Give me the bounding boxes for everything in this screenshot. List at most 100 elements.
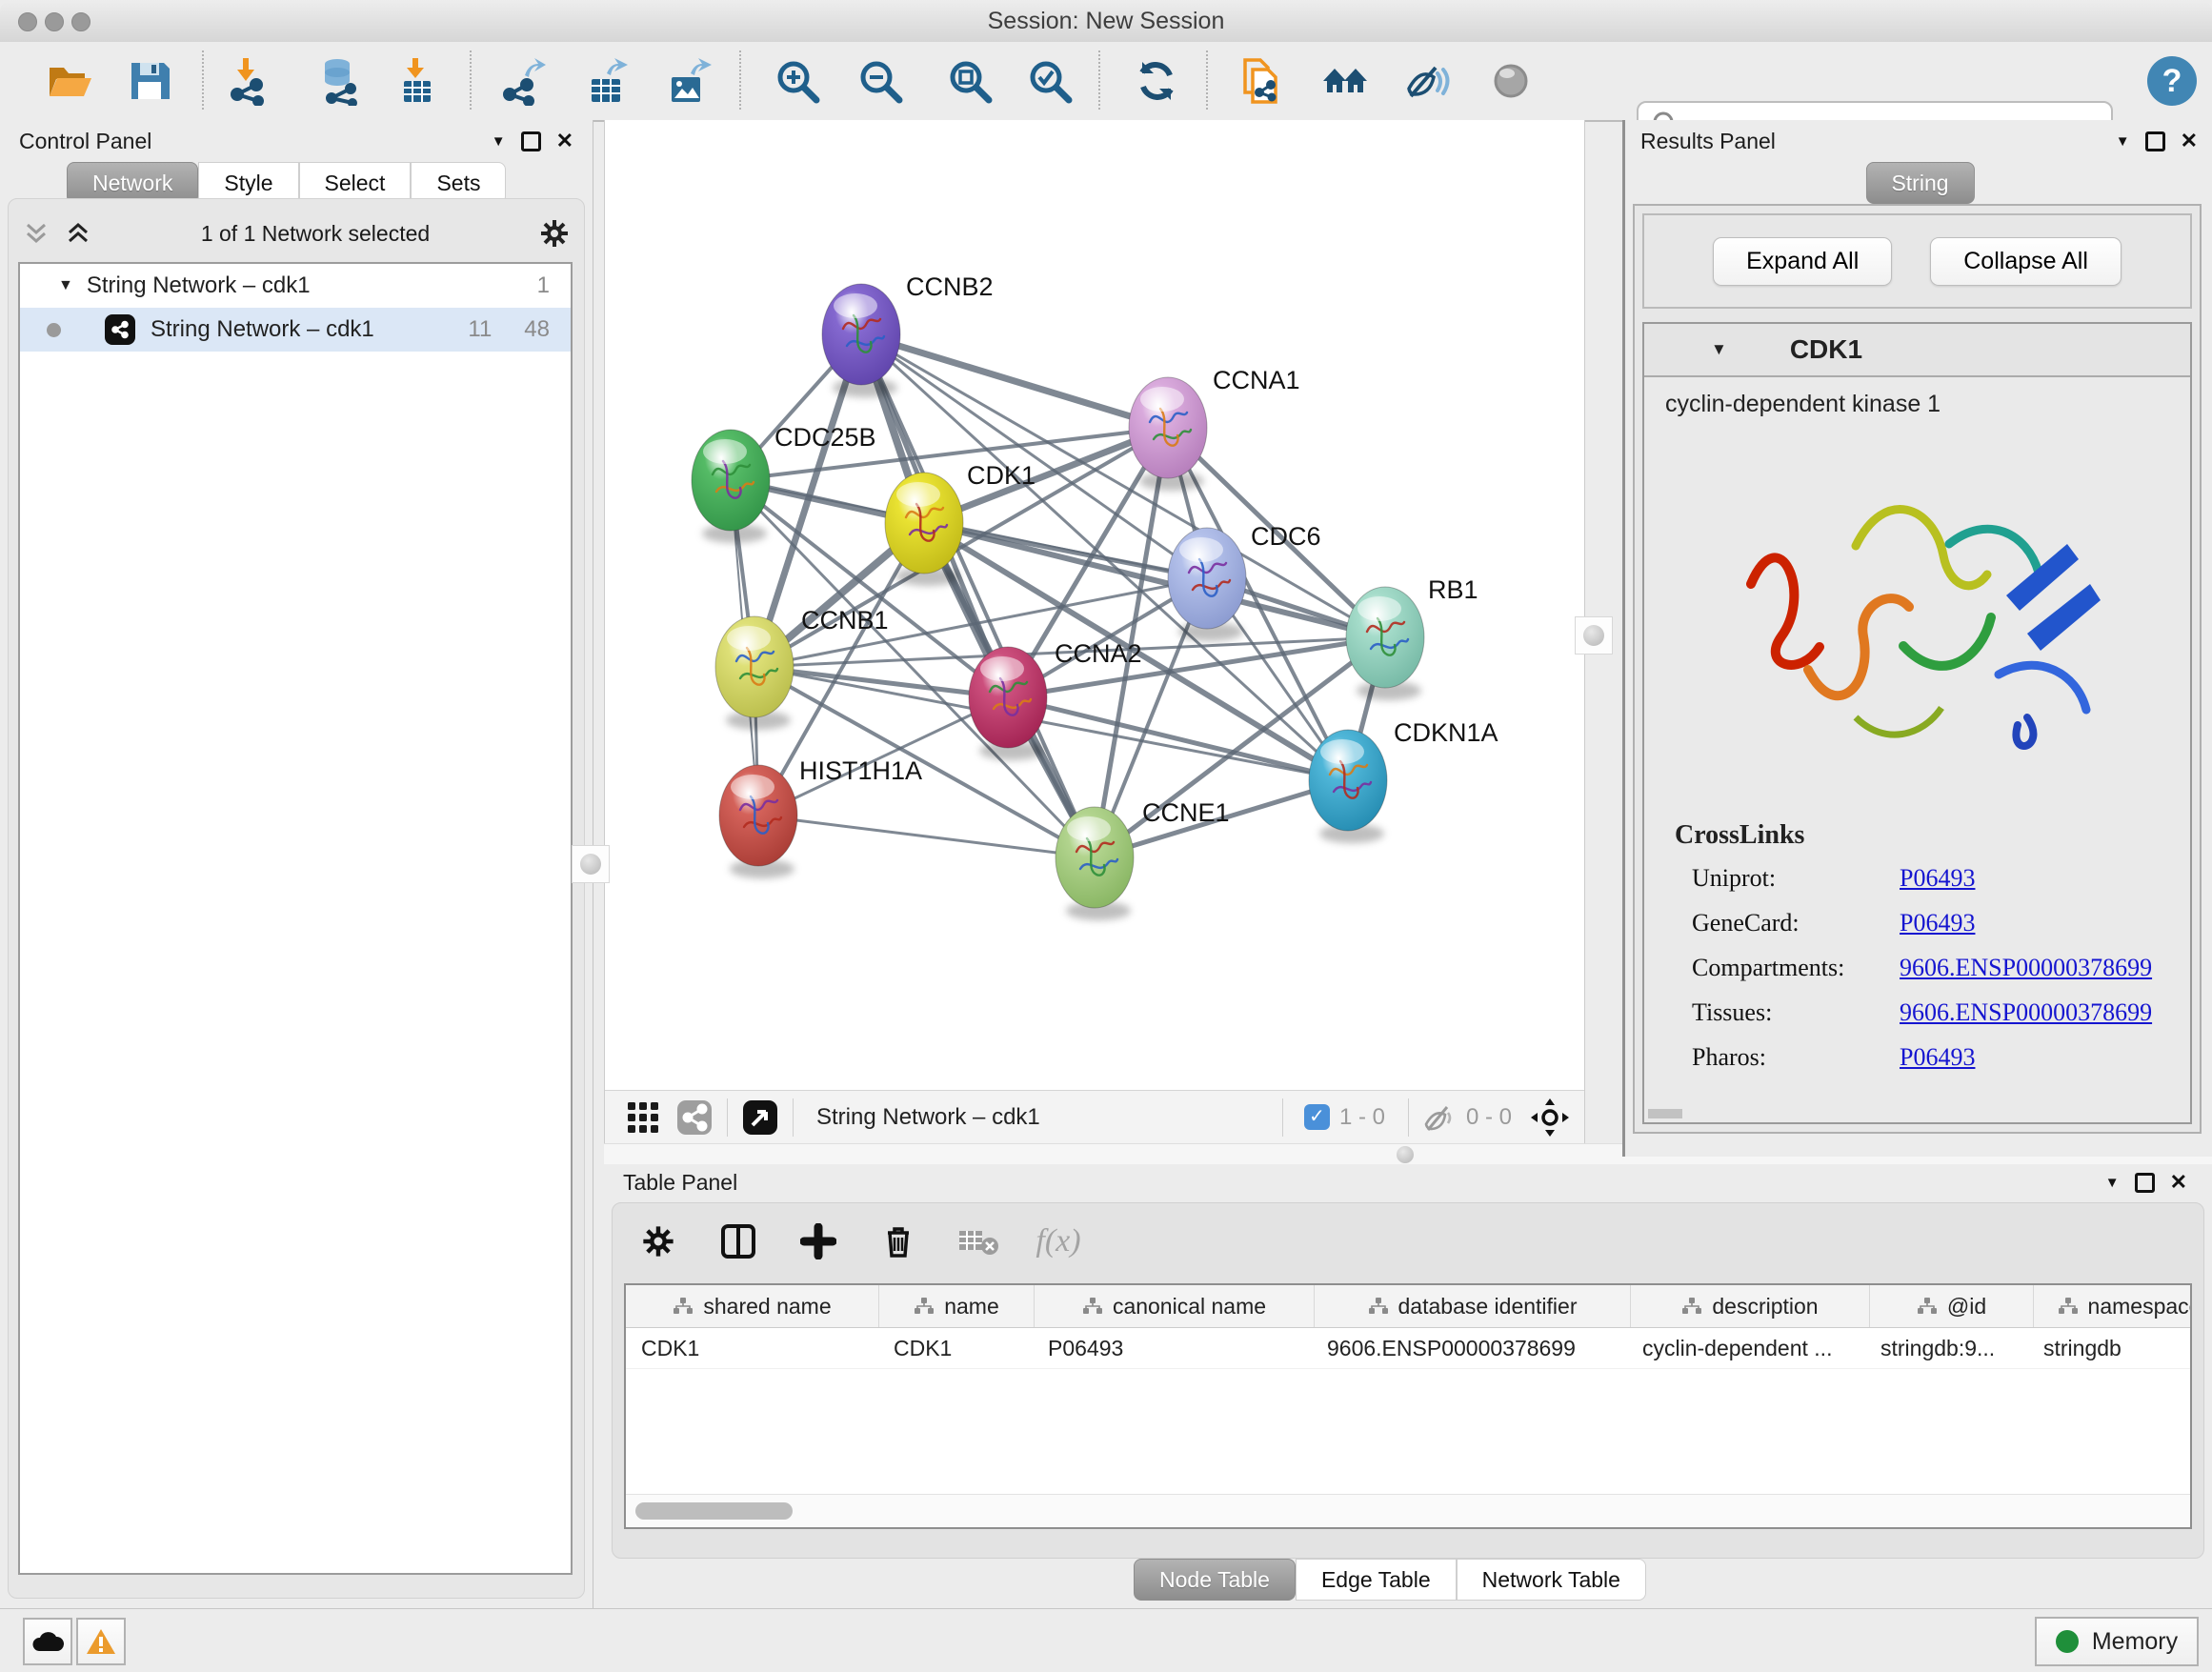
- table-panel-close-icon[interactable]: ✕: [2170, 1170, 2187, 1195]
- node-label-CCNE1: CCNE1: [1142, 798, 1230, 827]
- crosslinks-section: CrossLinks Uniprot:P06493GeneCard:P06493…: [1675, 820, 2190, 1072]
- apply-function-icon[interactable]: f(x): [1037, 1220, 1079, 1262]
- control-panel-menu-icon[interactable]: ▼: [492, 133, 506, 150]
- network-node-CCNB2[interactable]: [822, 284, 900, 397]
- node-label-CDK1: CDK1: [967, 461, 1036, 490]
- first-neighbors-icon[interactable]: [1320, 56, 1370, 106]
- memory-button[interactable]: Memory: [2035, 1617, 2199, 1666]
- refresh-view-icon[interactable]: [1132, 56, 1181, 106]
- crosslink-link[interactable]: 9606.ENSP00000378699: [1900, 998, 2152, 1027]
- import-network-from-database-icon[interactable]: [314, 56, 364, 106]
- tab-network-table[interactable]: Network Table: [1457, 1559, 1646, 1601]
- expand-all-button[interactable]: Expand All: [1713, 237, 1892, 286]
- help-button[interactable]: ?: [2147, 56, 2197, 106]
- gene-collapse-caret-icon[interactable]: ▼: [1711, 340, 1727, 359]
- network-node-HIST1H1A[interactable]: [719, 765, 797, 878]
- export-network-icon[interactable]: [498, 56, 548, 106]
- crosslink-link[interactable]: P06493: [1900, 1043, 1975, 1072]
- birds-eye-crosshair-icon[interactable]: [1529, 1097, 1571, 1138]
- open-session-icon[interactable]: [45, 56, 94, 106]
- tab-string[interactable]: String: [1865, 162, 1974, 204]
- collapse-all-button[interactable]: Collapse All: [1930, 237, 2122, 286]
- warnings-button[interactable]: [76, 1618, 126, 1665]
- show-columns-icon[interactable]: [717, 1220, 759, 1262]
- network-node-CDC25B[interactable]: [692, 430, 770, 543]
- table-panel-menu-icon[interactable]: ▼: [2105, 1175, 2120, 1191]
- import-table-from-file-icon[interactable]: [392, 56, 442, 106]
- table-cell: CDK1: [878, 1328, 1033, 1368]
- import-network-from-file-icon[interactable]: [224, 56, 273, 106]
- tab-edge-table[interactable]: Edge Table: [1296, 1559, 1457, 1601]
- crosslink-link[interactable]: P06493: [1900, 864, 1975, 893]
- tab-node-table[interactable]: Node Table: [1134, 1559, 1296, 1601]
- expand-all-icon[interactable]: [64, 219, 92, 248]
- zoom-fit-content-icon[interactable]: [945, 56, 995, 106]
- column-header-shared-name[interactable]: shared name: [626, 1285, 879, 1327]
- hide-selected-icon[interactable]: [1401, 56, 1451, 106]
- column-header-database-identifier[interactable]: database identifier: [1315, 1285, 1631, 1327]
- table-cell: 9606.ENSP00000378699: [1312, 1328, 1627, 1368]
- clone-network-icon[interactable]: [1236, 56, 1285, 106]
- save-session-icon[interactable]: [125, 56, 174, 106]
- delete-column-icon[interactable]: [877, 1220, 919, 1262]
- results-scrollbar-thumb[interactable]: [1648, 1109, 1682, 1118]
- status-bar: Memory: [0, 1608, 2212, 1672]
- crosslink-row: Compartments:9606.ENSP00000378699: [1675, 954, 2190, 982]
- table-row[interactable]: CDK1CDK1P064939606.ENSP00000378699cyclin…: [626, 1328, 2190, 1369]
- grid-view-icon[interactable]: [626, 1100, 660, 1135]
- right-splitter-handle[interactable]: [1575, 616, 1613, 655]
- delete-table-icon[interactable]: [957, 1220, 999, 1262]
- node-label-RB1: RB1: [1428, 575, 1478, 604]
- gene-symbol: CDK1: [1790, 334, 1862, 365]
- show-all-icon[interactable]: [1486, 56, 1536, 106]
- cloud-icon: [31, 1630, 64, 1653]
- network-canvas[interactable]: CCNB2CCNA1CDC25BCDK1CDC6RB1CCNB1CCNA2CDK…: [605, 120, 1584, 1091]
- collapse-all-icon[interactable]: [22, 219, 50, 248]
- selected-checkbox-icon[interactable]: ✓: [1304, 1104, 1330, 1130]
- column-header-namespace[interactable]: namespace: [2034, 1285, 2192, 1327]
- zoom-out-icon[interactable]: [855, 56, 905, 106]
- cloud-status-button[interactable]: [23, 1618, 72, 1665]
- column-header--id[interactable]: @id: [1870, 1285, 2034, 1327]
- network-row-selected[interactable]: String Network – cdk1 11 48: [20, 308, 571, 352]
- selected-node-edge-counts: 1 - 0: [1339, 1104, 1385, 1131]
- column-header-description[interactable]: description: [1631, 1285, 1870, 1327]
- column-header-canonical-name[interactable]: canonical name: [1035, 1285, 1315, 1327]
- crosslink-link[interactable]: P06493: [1900, 909, 1975, 937]
- table-horizontal-scrollbar[interactable]: [626, 1494, 2190, 1527]
- network-share-toggle-icon[interactable]: [675, 1098, 714, 1137]
- table-scrollbar-thumb[interactable]: [635, 1502, 793, 1520]
- crosslink-label: Uniprot:: [1692, 864, 1900, 893]
- export-image-icon[interactable]: [664, 56, 714, 106]
- table-cell: cyclin-dependent ...: [1627, 1328, 1865, 1368]
- results-panel-float-icon[interactable]: [2145, 131, 2165, 151]
- network-node-RB1[interactable]: [1346, 587, 1424, 700]
- node-label-CCNA1: CCNA1: [1213, 366, 1300, 394]
- crosslink-link[interactable]: 9606.ENSP00000378699: [1900, 954, 2152, 982]
- zoom-in-icon[interactable]: [773, 56, 822, 106]
- table-options-gear-icon[interactable]: [637, 1220, 679, 1262]
- network-node-CDKN1A[interactable]: [1309, 730, 1387, 843]
- table-panel-float-icon[interactable]: [2135, 1173, 2155, 1193]
- crosslinks-heading: CrossLinks: [1675, 820, 2190, 851]
- control-panel-float-icon[interactable]: [521, 131, 541, 151]
- network-node-CCNB1[interactable]: [715, 616, 794, 730]
- network-node-CCNE1[interactable]: [1056, 807, 1134, 920]
- node-label-CDC25B: CDC25B: [774, 423, 876, 452]
- export-table-icon[interactable]: [582, 56, 632, 106]
- tree-expand-caret-icon[interactable]: ▼: [58, 277, 73, 294]
- results-panel-close-icon[interactable]: ✕: [2181, 129, 2198, 153]
- network-options-gear-icon[interactable]: [538, 217, 571, 250]
- control-panel: Control Panel ▼ ✕ NetworkStyleSelectSets…: [0, 120, 593, 1608]
- control-panel-close-icon[interactable]: ✕: [556, 129, 573, 153]
- network-collection-row[interactable]: ▼ String Network – cdk1 1: [20, 264, 571, 308]
- left-splitter-handle[interactable]: [572, 845, 610, 883]
- table-header-row: shared namenamecanonical namedatabase id…: [626, 1285, 2190, 1328]
- column-header-name[interactable]: name: [879, 1285, 1035, 1327]
- results-panel-menu-icon[interactable]: ▼: [2116, 133, 2130, 150]
- node-label-CCNB1: CCNB1: [801, 606, 889, 635]
- window-title: Session: New Session: [0, 8, 2212, 35]
- open-in-new-window-icon[interactable]: [741, 1098, 779, 1137]
- zoom-selected-icon[interactable]: [1025, 56, 1075, 106]
- add-column-icon[interactable]: [797, 1220, 839, 1262]
